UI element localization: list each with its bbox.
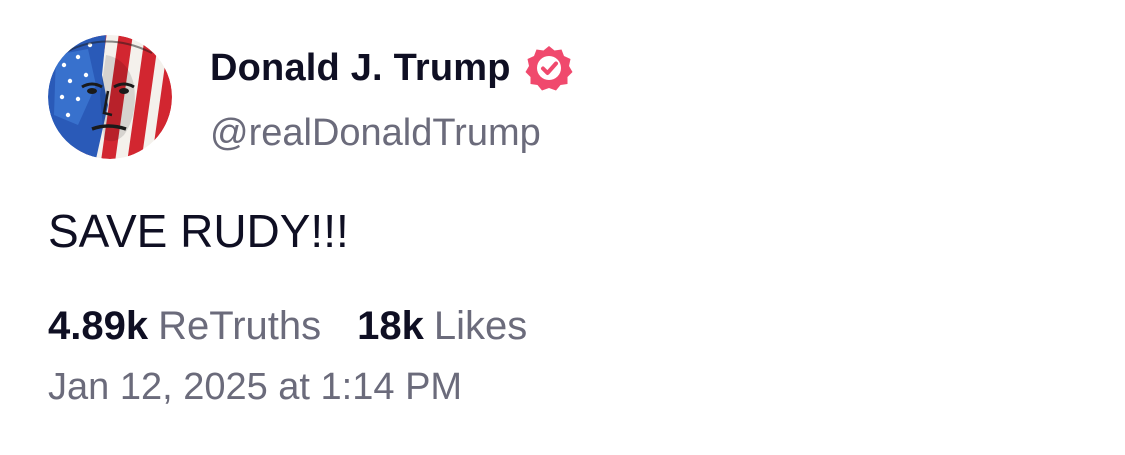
post-card: Donald J. Trump @realDonaldTrump SAVE RU… <box>0 0 1125 455</box>
author-handle[interactable]: @realDonaldTrump <box>210 112 541 155</box>
retruths-stat[interactable]: 4.89k ReTruths <box>48 302 321 350</box>
post-stats: 4.89k ReTruths 18k Likes <box>48 302 527 350</box>
user-avatar[interactable] <box>48 35 172 159</box>
post-timestamp: Jan 12, 2025 at 1:14 PM <box>48 366 463 408</box>
likes-stat[interactable]: 18k Likes <box>357 302 527 350</box>
verified-badge-icon <box>525 44 573 92</box>
author-name-row: Donald J. Trump <box>210 44 573 92</box>
retruths-count: 4.89k <box>48 304 149 348</box>
likes-label: Likes <box>433 304 528 348</box>
retruths-label: ReTruths <box>158 304 322 348</box>
post-text: SAVE RUDY!!! <box>48 205 349 257</box>
author-display-name[interactable]: Donald J. Trump <box>210 47 511 90</box>
avatar-image <box>48 35 172 159</box>
likes-count: 18k <box>357 304 424 348</box>
